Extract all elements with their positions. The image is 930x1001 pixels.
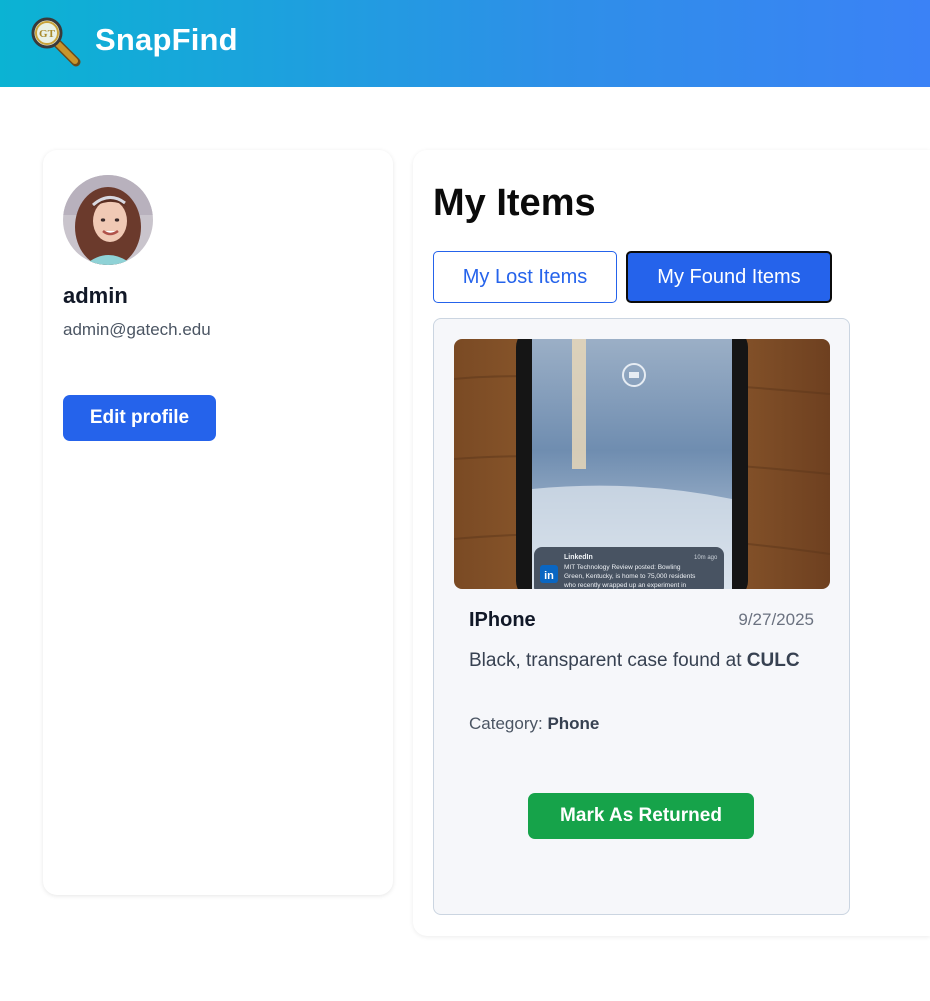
item-description: Black, transparent case found at CULC [469,647,809,675]
tab-my-found-items[interactable]: My Found Items [626,251,832,303]
magnifying-glass-icon[interactable]: GT [28,14,82,68]
item-category-value: Phone [547,714,600,733]
item-photo: in LinkedIn 10m ago MIT Technology Revie… [454,339,830,589]
profile-card: admin admin@gatech.edu Edit profile [43,150,393,895]
item-category-label: Category: [469,714,543,733]
svg-text:in: in [544,570,554,582]
profile-email: admin@gatech.edu [63,320,211,339]
brand-name[interactable]: SnapFind [95,22,238,58]
mark-as-returned-button[interactable]: Mark As Returned [528,793,754,839]
svg-text:MIT Technology Review posted:: MIT Technology Review posted: Bowling [564,564,681,571]
profile-username: admin [63,283,128,308]
item-date: 9/27/2025 [738,610,814,629]
app-header: GT SnapFind [0,0,930,87]
svg-text:GT: GT [39,28,56,40]
item-card: in LinkedIn 10m ago MIT Technology Revie… [433,318,850,915]
item-location: CULC [746,650,800,671]
svg-text:who recently wrapped up an exp: who recently wrapped up an experiment in [563,582,687,589]
item-category: Category: Phone [469,714,599,734]
edit-profile-button[interactable]: Edit profile [63,395,216,441]
svg-text:Green, Kentucky, is home to 75: Green, Kentucky, is home to 75,000 resid… [564,573,696,580]
photo-notification-time: 10m ago [694,555,718,561]
avatar [63,175,153,265]
photo-notification-app: LinkedIn [564,554,593,561]
item-description-text: Black, transparent case found at [469,650,742,671]
page-title: My Items [433,182,596,224]
my-items-panel: My Items My Lost Items My Found Items in… [413,150,930,936]
tab-my-lost-items[interactable]: My Lost Items [433,251,617,303]
item-name: IPhone [469,609,536,631]
